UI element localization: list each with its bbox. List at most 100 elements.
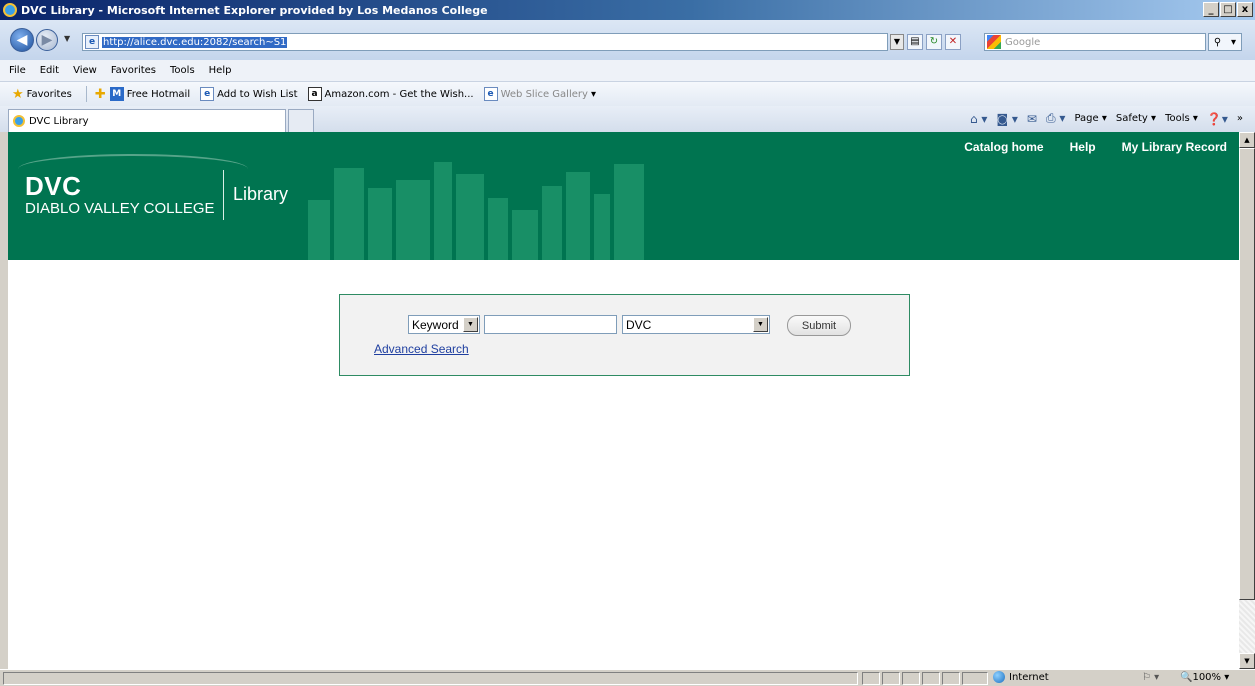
bookshelf-illustration: [308, 156, 658, 260]
chevron-down-icon[interactable]: ▼: [463, 317, 478, 332]
forward-button[interactable]: ▶: [36, 29, 58, 51]
address-url[interactable]: http://alice.dvc.edu:2082/search~S1: [102, 36, 288, 48]
favorites-bar: ★ Favorites ✚ M Free Hotmail e Add to Wi…: [0, 82, 1255, 106]
section-title: Library: [233, 184, 289, 204]
address-dropdown-button[interactable]: ▼: [890, 34, 904, 50]
menu-file[interactable]: File: [9, 65, 26, 76]
stop-icon[interactable]: ✕: [945, 34, 961, 50]
ie-page-icon: e: [200, 87, 215, 101]
search-button[interactable]: ⚲ ▾: [1208, 33, 1242, 51]
dvc-logo[interactable]: DVC: [25, 171, 81, 202]
status-cell: [922, 672, 940, 685]
scroll-down-icon[interactable]: ▼: [1239, 653, 1255, 669]
menu-edit[interactable]: Edit: [40, 65, 59, 76]
recent-pages-dropdown-icon[interactable]: ▼: [64, 34, 70, 43]
compatibility-view-icon[interactable]: ▤: [907, 34, 923, 50]
address-toolbar: ◀ ▶ ▼ e http://alice.dvc.edu:2082/search…: [0, 20, 1255, 60]
book-spine: [488, 198, 508, 260]
safety-menu[interactable]: Safety ▾: [1116, 113, 1156, 124]
chevron-right-icon[interactable]: »: [1237, 113, 1243, 124]
zone-label: Internet: [1009, 671, 1049, 683]
favorite-wish-list[interactable]: e Add to Wish List: [200, 87, 298, 101]
library-banner: DVC DIABLO VALLEY COLLEGE Library Catalo…: [8, 132, 1239, 260]
globe-icon: [993, 671, 1005, 683]
close-button[interactable]: x: [1237, 2, 1253, 17]
feeds-icon[interactable]: ◙ ▾: [996, 112, 1017, 126]
book-spine: [396, 180, 430, 260]
chevron-down-icon[interactable]: ▼: [753, 317, 768, 332]
page-icon: e: [85, 35, 99, 49]
tab-bar: DVC Library ⌂ ▾ ◙ ▾ ✉ ⎙ ▾ Page ▾ Safety …: [0, 106, 1255, 132]
nav-my-library-record[interactable]: My Library Record: [1122, 140, 1227, 154]
address-input[interactable]: e http://alice.dvc.edu:2082/search~S1: [82, 33, 888, 51]
search-scope-value: DVC: [626, 317, 652, 332]
back-button[interactable]: ◀: [10, 28, 34, 52]
favorite-label: Add to Wish List: [217, 88, 298, 100]
search-query-input[interactable]: [484, 315, 617, 334]
scrollbar-thumb[interactable]: [1239, 148, 1255, 600]
internet-explorer-icon: [13, 115, 25, 127]
favorite-web-slice-gallery[interactable]: e Web Slice Gallery ▾: [483, 87, 596, 101]
window-controls: _ □ x: [1203, 2, 1253, 17]
maximize-button[interactable]: □: [1220, 2, 1236, 17]
nav-catalog-home[interactable]: Catalog home: [964, 140, 1043, 154]
vertical-scrollbar[interactable]: ▲ ▼: [1239, 132, 1255, 669]
command-bar: ⌂ ▾ ◙ ▾ ✉ ⎙ ▾ Page ▾ Safety ▾ Tools ▾ ❓▾…: [970, 111, 1243, 126]
google-icon: [987, 35, 1001, 49]
tools-menu-label: Tools: [1165, 113, 1190, 124]
book-spine: [456, 174, 484, 260]
divider: [223, 170, 224, 220]
catalog-search-panel: Keyword ▼ DVC ▼ Submit Advanced Search: [339, 294, 910, 376]
print-icon[interactable]: ⎙ ▾: [1046, 111, 1065, 126]
favorites-label: Favorites: [26, 88, 72, 100]
hotmail-icon: M: [109, 87, 124, 101]
search-placeholder: Google: [1005, 36, 1041, 48]
status-text-area: [3, 672, 858, 685]
page-menu[interactable]: Page ▾: [1074, 113, 1106, 124]
book-spine: [512, 210, 538, 260]
search-type-select[interactable]: Keyword ▼: [408, 315, 480, 334]
book-spine: [334, 168, 364, 260]
search-input[interactable]: Google: [984, 33, 1206, 51]
help-icon[interactable]: ❓▾: [1207, 112, 1228, 126]
refresh-icon[interactable]: ↻: [926, 34, 942, 50]
favorites-button[interactable]: ★ Favorites: [12, 87, 72, 102]
internet-explorer-icon: [3, 3, 17, 17]
scroll-up-icon[interactable]: ▲: [1239, 132, 1255, 148]
zoom-control[interactable]: 🔍100% ▾: [1180, 672, 1229, 683]
book-spine: [542, 186, 562, 260]
favorite-hotmail[interactable]: M Free Hotmail: [109, 87, 191, 101]
submit-button[interactable]: Submit: [787, 315, 851, 336]
book-spine: [368, 188, 392, 260]
add-favorite-icon[interactable]: ✚: [95, 87, 106, 102]
favorite-label: Amazon.com - Get the Wish...: [324, 88, 474, 100]
menu-tools[interactable]: Tools: [170, 65, 195, 76]
amazon-icon: a: [307, 87, 322, 101]
mail-icon[interactable]: ✉: [1027, 112, 1037, 126]
search-type-value: Keyword: [412, 317, 459, 332]
nav-help[interactable]: Help: [1070, 140, 1096, 154]
book-spine: [614, 164, 644, 260]
search-scope-select[interactable]: DVC ▼: [622, 315, 770, 334]
favorite-label: Web Slice Gallery: [500, 88, 588, 100]
security-zone[interactable]: Internet: [993, 671, 1049, 683]
tools-menu[interactable]: Tools ▾: [1165, 113, 1198, 124]
menu-bar: File Edit View Favorites Tools Help: [0, 60, 1255, 82]
book-spine: [594, 194, 610, 260]
protected-mode-icon[interactable]: ⚐ ▾: [1142, 672, 1159, 683]
advanced-search-link[interactable]: Advanced Search: [374, 342, 469, 356]
status-cell: [882, 672, 900, 685]
new-tab-button[interactable]: [288, 109, 314, 132]
book-spine: [434, 162, 452, 260]
menu-favorites[interactable]: Favorites: [111, 65, 156, 76]
menu-help[interactable]: Help: [209, 65, 232, 76]
menu-view[interactable]: View: [73, 65, 97, 76]
favorite-label: Free Hotmail: [126, 88, 191, 100]
tab-title: DVC Library: [29, 115, 89, 127]
minimize-button[interactable]: _: [1203, 2, 1219, 17]
star-icon: ★: [12, 86, 24, 102]
banner-nav: Catalog home Help My Library Record: [964, 140, 1227, 154]
home-icon[interactable]: ⌂ ▾: [970, 112, 987, 126]
favorite-amazon[interactable]: a Amazon.com - Get the Wish...: [307, 87, 474, 101]
tab-dvc-library[interactable]: DVC Library: [8, 109, 286, 132]
